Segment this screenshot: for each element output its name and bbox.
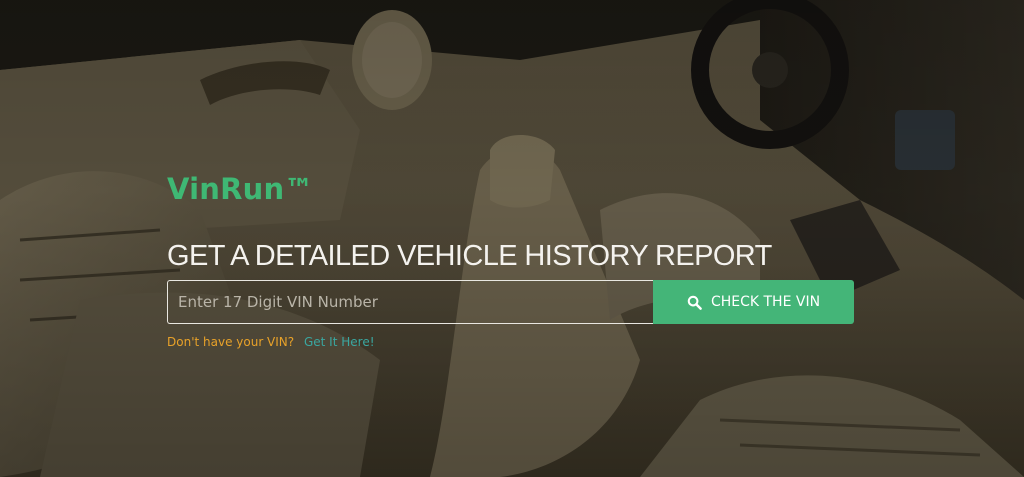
background-overlay [0,0,1024,477]
check-vin-button[interactable]: CHECK THE VIN [653,280,854,324]
vin-helper-question: Don't have your VIN? [167,335,295,349]
check-vin-button-label: CHECK THE VIN [710,294,821,310]
search-icon [687,295,702,310]
vin-helper: Don't have your VIN? Get It Here! [167,335,375,349]
get-vin-link[interactable]: Get It Here! [304,335,375,349]
vin-input[interactable] [167,280,653,324]
brand-logo: VinRun™ [167,172,314,206]
hero-section: VinRun™ GET A DETAILED VEHICLE HISTORY R… [0,0,1024,477]
hero-headline: GET A DETAILED VEHICLE HISTORY REPORT [167,240,772,272]
